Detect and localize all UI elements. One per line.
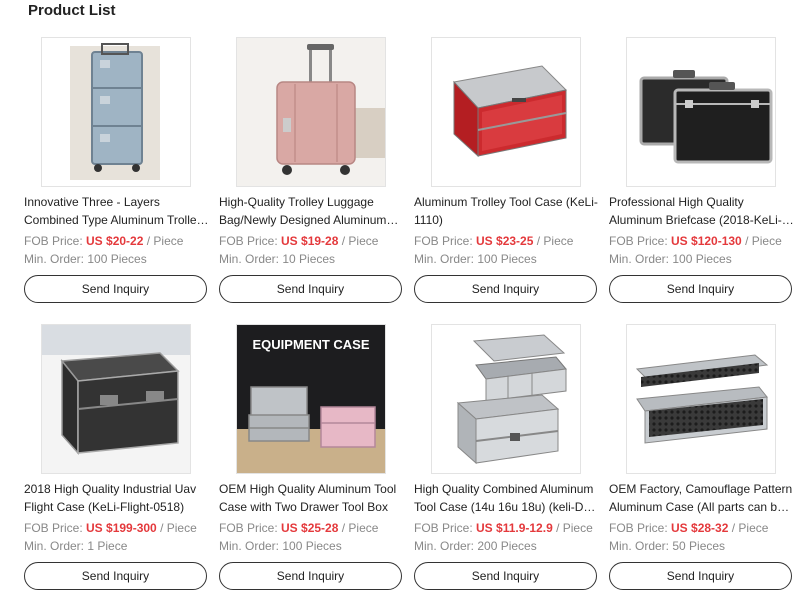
price-unit: / Piece xyxy=(552,521,593,535)
min-order: Min. Order: 10 Pieces xyxy=(219,252,336,266)
fob-price: FOB Price: US $25-28 / Piece xyxy=(219,520,409,536)
product-title[interactable]: Professional High Quality Aluminum Brief… xyxy=(609,193,794,229)
product-title[interactable]: Innovative Three - Layers Combined Type … xyxy=(24,193,209,229)
price-value: US $28-32 xyxy=(671,521,729,535)
price-value: US $20-22 xyxy=(86,234,144,248)
send-inquiry-button[interactable]: Send Inquiry xyxy=(24,275,207,303)
product-image[interactable]: EQUIPMENT CASE xyxy=(236,324,386,474)
min-order: Min. Order: 100 Pieces xyxy=(24,252,147,266)
product-image[interactable] xyxy=(431,37,581,187)
equipment-case-banner: EQUIPMENT CASE xyxy=(252,337,369,352)
gun-case-with-foam-image xyxy=(627,325,775,473)
product-title[interactable]: OEM High Quality Aluminum Tool Case with… xyxy=(219,480,404,516)
price-label: FOB Price: xyxy=(219,234,282,248)
price-value: US $120-130 xyxy=(671,234,742,248)
min-order: Min. Order: 100 Pieces xyxy=(414,252,537,266)
price-unit: / Piece xyxy=(338,234,379,248)
price-unit: / Piece xyxy=(338,521,379,535)
product-image[interactable] xyxy=(236,37,386,187)
min-order: Min. Order: 100 Pieces xyxy=(609,252,732,266)
product-image[interactable] xyxy=(41,324,191,474)
fob-price: FOB Price: US $28-32 / Piece xyxy=(609,520,799,536)
fob-price: FOB Price: US $199-300 / Piece xyxy=(24,520,214,536)
product-title[interactable]: High Quality Combined Aluminum Tool Case… xyxy=(414,480,599,516)
price-value: US $23-25 xyxy=(476,234,534,248)
price-unit: / Piece xyxy=(156,521,197,535)
send-inquiry-button[interactable]: Send Inquiry xyxy=(414,562,597,590)
product-image[interactable] xyxy=(626,37,776,187)
price-label: FOB Price: xyxy=(414,521,477,535)
send-inquiry-button[interactable]: Send Inquiry xyxy=(219,275,402,303)
product-grid: Innovative Three - Layers Combined Type … xyxy=(0,0,800,600)
send-inquiry-button[interactable]: Send Inquiry xyxy=(414,275,597,303)
price-label: FOB Price: xyxy=(24,234,87,248)
pink-trolley-luggage-image xyxy=(237,38,385,186)
product-image[interactable] xyxy=(431,324,581,474)
send-inquiry-button[interactable]: Send Inquiry xyxy=(609,562,792,590)
fob-price: FOB Price: US $20-22 / Piece xyxy=(24,233,214,249)
min-order: Min. Order: 50 Pieces xyxy=(609,539,726,553)
black-flight-case-image xyxy=(42,325,190,473)
min-order: Min. Order: 100 Pieces xyxy=(219,539,342,553)
product-title[interactable]: High-Quality Trolley Luggage Bag/Newly D… xyxy=(219,193,404,229)
price-label: FOB Price: xyxy=(219,521,282,535)
fob-price: FOB Price: US $23-25 / Piece xyxy=(414,233,604,249)
min-order: Min. Order: 200 Pieces xyxy=(414,539,537,553)
price-value: US $19-28 xyxy=(281,234,339,248)
price-unit: / Piece xyxy=(143,234,184,248)
send-inquiry-button[interactable]: Send Inquiry xyxy=(219,562,402,590)
product-image[interactable] xyxy=(41,37,191,187)
product-title[interactable]: OEM Factory, Camouflage Pattern Aluminum… xyxy=(609,480,794,516)
equipment-case-image: EQUIPMENT CASE xyxy=(237,325,385,473)
black-aluminum-briefcases-image xyxy=(627,38,775,186)
min-order: Min. Order: 1 Piece xyxy=(24,539,128,553)
price-value: US $25-28 xyxy=(281,521,339,535)
price-unit: / Piece xyxy=(728,521,769,535)
fob-price: FOB Price: US $120-130 / Piece xyxy=(609,233,799,249)
product-title[interactable]: 2018 High Quality Industrial Uav Flight … xyxy=(24,480,209,516)
price-unit: / Piece xyxy=(533,234,574,248)
price-unit: / Piece xyxy=(741,234,782,248)
send-inquiry-button[interactable]: Send Inquiry xyxy=(609,275,792,303)
price-label: FOB Price: xyxy=(414,234,477,248)
red-aluminum-tool-case-image xyxy=(432,38,580,186)
price-value: US $11.9-12.9 xyxy=(476,521,553,535)
silver-three-layer-trolley-case-image xyxy=(42,38,190,186)
price-label: FOB Price: xyxy=(609,521,672,535)
silver-combined-tool-cases-image xyxy=(432,325,580,473)
price-label: FOB Price: xyxy=(24,521,87,535)
fob-price: FOB Price: US $11.9-12.9 / Piece xyxy=(414,520,604,536)
price-label: FOB Price: xyxy=(609,234,672,248)
price-value: US $199-300 xyxy=(86,521,157,535)
product-image[interactable] xyxy=(626,324,776,474)
fob-price: FOB Price: US $19-28 / Piece xyxy=(219,233,409,249)
product-title[interactable]: Aluminum Trolley Tool Case (KeLi-1110) xyxy=(414,193,599,229)
send-inquiry-button[interactable]: Send Inquiry xyxy=(24,562,207,590)
